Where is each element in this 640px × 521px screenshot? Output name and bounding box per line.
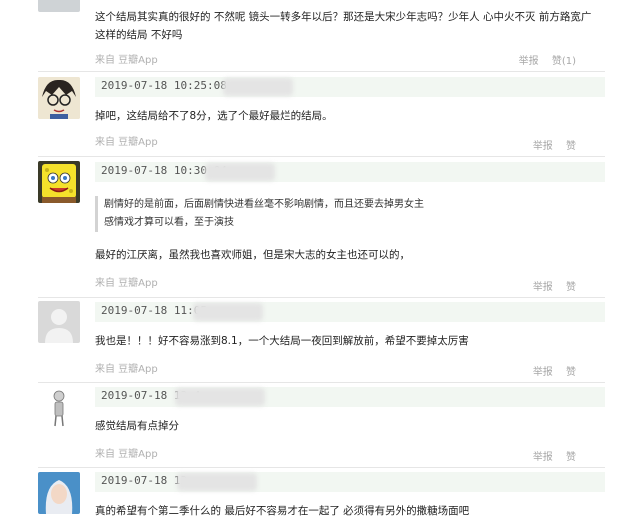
avatar-cartoon-icon [38,77,80,119]
comment-text: 这个结局其实真的很好的 不然呢 镜头一转多年以后？那还是大宋少年志吗？少年人 心… [95,11,592,41]
comment-meta: 2019-07-18 10:25:08 [95,77,605,97]
like-link[interactable]: 赞 [566,452,576,463]
avatar-figure-icon [38,386,80,428]
blurred-username [193,303,263,321]
comment-actions: 举报 赞(1) [509,52,576,67]
comment-text: 掉吧，这结局给不了8分，选了个最好最烂的结局。 [95,110,333,122]
like-link[interactable]: 赞 [566,141,576,152]
comment-source: 来自 豆瓣App [95,364,158,375]
comment-actions: 举报 赞 [523,448,576,463]
comment-source: 来自 豆瓣App [95,55,158,66]
comment-time: 2019-07-18 11:05 [101,304,207,317]
like-link[interactable]: 赞 [566,282,576,293]
avatar[interactable] [38,386,80,428]
avatar-sponge-icon [38,161,80,203]
comment-source: 来自 豆瓣App [95,137,158,148]
divider [38,156,605,157]
report-link[interactable]: 举报 [519,56,539,67]
comment-time: 2019-07-18 13 [101,474,188,487]
divider [38,382,605,383]
default-avatar-icon [38,301,80,343]
blurred-username [205,163,275,181]
divider [38,297,605,298]
comment-actions: 举报 赞 [523,278,576,293]
comment-meta: 2019-07-18 11:05 [95,302,605,322]
comment-text: 我也是！！！好不容易涨到8.1，一个大结局一夜回到解放前，希望不要掉太厉害 [95,335,469,347]
avatar[interactable] [38,161,80,203]
avatar[interactable] [38,0,80,12]
comment-text: 感觉结局有点掉分 [95,420,179,432]
quoted-reply: 剧情好的是前面，后面剧情快进看丝毫不影响剧情，而且还要去掉男女主感情戏才算可以看… [95,196,425,232]
avatar-portrait-icon [38,472,80,514]
comment-source: 来自 豆瓣App [95,449,158,460]
avatar[interactable] [38,77,80,119]
comment-meta: 2019-07-18 10:30:04 [95,162,605,182]
like-link[interactable]: 赞(1) [552,56,576,67]
blurred-username [175,388,265,406]
report-link[interactable]: 举报 [533,282,553,293]
divider [38,71,605,72]
avatar[interactable] [38,472,80,514]
comment-actions: 举报 赞 [523,363,576,378]
avatar[interactable] [38,301,80,343]
blurred-username [223,78,293,96]
report-link[interactable]: 举报 [533,452,553,463]
report-link[interactable]: 举报 [533,141,553,152]
report-link[interactable]: 举报 [533,367,553,378]
comment-source: 来自 豆瓣App [95,278,158,289]
comment-text: 真的希望有个第二季什么的 最后好不容易才在一起了 必须得有另外的撒糖场面吧 [95,505,470,517]
comment-text: 最好的江厌离，虽然我也喜欢师姐，但是宋大志的女主也还可以的， [95,249,410,261]
comment-meta: 2019-07-18 13:4 [95,387,605,407]
comment-actions: 举报 赞 [523,137,576,152]
blurred-username [177,473,257,491]
comment-time: 2019-07-18 10:25:08 [101,79,227,92]
divider [38,467,605,468]
like-link[interactable]: 赞 [566,367,576,378]
comment-meta: 2019-07-18 13 [95,472,605,492]
